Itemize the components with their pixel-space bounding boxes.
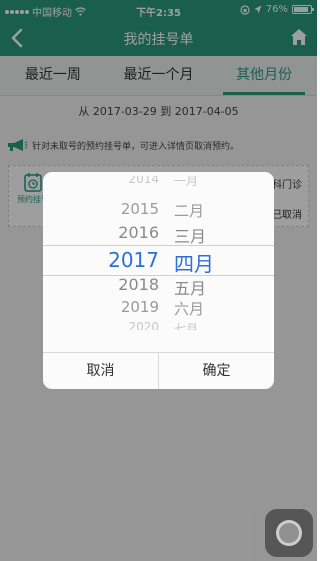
picker-month: 二月	[174, 202, 205, 220]
assistive-touch-button[interactable]	[265, 509, 313, 557]
year-month-picker[interactable]: 2014 一月 2015 二月 2016 三月 2017 四月 2018 五月 2019 六月 2020…	[43, 172, 274, 352]
confirm-button[interactable]: 确定	[158, 353, 274, 389]
picker-row[interactable]: 2020 七月	[43, 320, 274, 330]
picker-year: 2014	[128, 176, 159, 186]
app-page: 中国移动 下午2:35 76% 我的挂号单 最近一周 最近一个月 其他月份 从 …	[0, 0, 317, 561]
picker-row[interactable]: 2015 二月	[43, 200, 274, 221]
picker-month: 五月	[174, 279, 207, 298]
picker-row-selected[interactable]: 2017 四月	[43, 248, 274, 276]
picker-year: 2019	[120, 298, 159, 316]
picker-month: 一月	[174, 176, 199, 186]
picker-year: 2020	[128, 320, 159, 330]
picker-row[interactable]: 2019 六月	[43, 298, 274, 319]
picker-row[interactable]: 2016 三月	[43, 223, 274, 246]
selection-line-top	[43, 245, 274, 246]
picker-row[interactable]: 2018 五月	[43, 275, 274, 298]
assistive-touch-icon	[276, 520, 302, 546]
picker-month: 六月	[174, 300, 205, 318]
picker-month: 三月	[174, 227, 207, 246]
picker-year: 2016	[118, 223, 159, 242]
picker-year: 2017	[108, 248, 159, 272]
picker-month: 四月	[174, 252, 214, 276]
picker-year: 2015	[120, 200, 159, 218]
dialog-buttons: 取消 确定	[43, 352, 274, 389]
picker-row[interactable]: 2014 一月	[43, 176, 274, 186]
date-picker-dialog: 2014 一月 2015 二月 2016 三月 2017 四月 2018 五月 2019 六月 2020…	[43, 172, 274, 389]
picker-year: 2018	[118, 275, 159, 294]
picker-month: 七月	[174, 322, 199, 330]
cancel-button[interactable]: 取消	[43, 353, 158, 389]
